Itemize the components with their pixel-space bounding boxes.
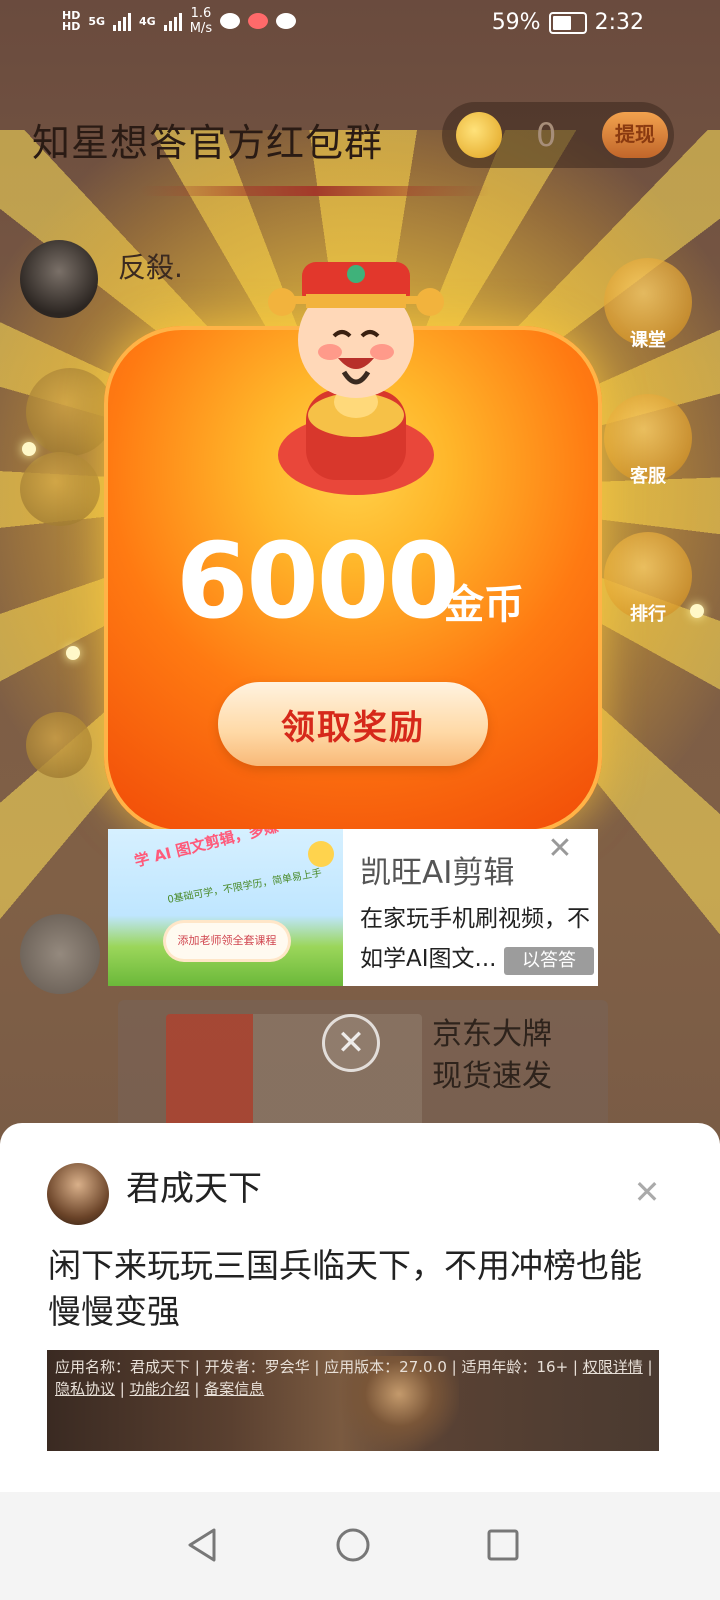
banner-ad-tag: 以答答 [504, 947, 594, 975]
clock: 2:32 [594, 10, 644, 35]
withdraw-button[interactable]: 提现 [602, 112, 668, 158]
banner-ad-image: 学 AI 图文剪辑，多赚一份收入 0基础可学，不限学历，简单易上手 添加老师领全… [108, 829, 343, 986]
sparkle [22, 442, 36, 456]
home-button[interactable] [318, 1510, 388, 1580]
app-avatar [47, 1163, 109, 1225]
banner-ad[interactable]: 学 AI 图文剪辑，多赚一份收入 0基础可学，不限学历，简单易上手 添加老师领全… [108, 829, 598, 986]
app-info: 应用名称：君成天下 | 开发者：罗会华 | 应用版本：27.0.0 | 适用年龄… [55, 1358, 653, 1398]
red-packet-icon[interactable] [26, 368, 114, 456]
wechat-icon [276, 13, 297, 29]
status-left: HD HD 5G 4G 1.6 M/s [62, 6, 297, 36]
recents-square-icon [487, 1529, 519, 1561]
status-bar: HD HD 5G 4G 1.6 M/s 59% 2:32 [0, 0, 720, 48]
customer-service-label: 客服 [630, 466, 666, 487]
permissions-link[interactable]: 权限详情 [583, 1358, 643, 1376]
chat-avatar[interactable] [20, 240, 98, 318]
sun-icon [308, 841, 334, 867]
ranking-label: 排行 [630, 604, 666, 625]
app-notification-icon [248, 13, 269, 29]
filing-link[interactable]: 备案信息 [204, 1380, 264, 1398]
close-icon[interactable]: ✕ [630, 1175, 664, 1209]
claim-reward-button[interactable]: 领取奖励 [218, 682, 488, 766]
app-info-text: 应用名称：君成天下 | 开发者：罗会华 | 应用版本：27.0.0 | 适用年龄… [55, 1358, 583, 1376]
title-decoration [140, 186, 490, 196]
background-ad-line1: 京东大牌 [432, 1017, 552, 1052]
chat-sender-name: 反殺. [118, 251, 183, 284]
battery-percent: 59% [491, 10, 541, 35]
battery-fill [552, 15, 571, 30]
sparkle [66, 646, 80, 660]
banner-image-button: 添加老师领全套课程 [166, 923, 288, 959]
banner-ad-title: 凯旺AI剪辑 [360, 855, 515, 891]
home-circle-icon [336, 1528, 370, 1562]
sender-avatar[interactable] [20, 914, 100, 994]
signal-5g-icon [113, 11, 132, 31]
banner-image-subtitle: 0基础可学，不限学历，简单易上手 [166, 867, 323, 906]
navigation-bar [0, 1492, 720, 1600]
coin-count: 0 [536, 116, 557, 154]
features-link[interactable]: 功能介绍 [130, 1380, 190, 1398]
god-of-wealth-illustration [268, 262, 444, 495]
network-speed: 1.6 M/s [189, 6, 213, 36]
modal-close-button[interactable]: ✕ [322, 1014, 380, 1072]
net-4g-label: 4G [139, 14, 156, 28]
coin-icon [456, 112, 502, 158]
reward-badge-icon[interactable] [26, 712, 92, 778]
privacy-link[interactable]: 隐私协议 [55, 1380, 115, 1398]
app-name: 君成天下 [126, 1169, 262, 1209]
classroom-label: 课堂 [630, 330, 666, 351]
status-right: 59% 2:32 [492, 10, 644, 35]
reward-amount: 6000 [176, 520, 459, 642]
background-ad-text: 京东大牌 现货速发 [432, 1014, 552, 1098]
page-title: 知星想答官方红包群 [32, 121, 384, 165]
net-5g-label: 5G [88, 14, 106, 28]
bottom-sheet-ad[interactable]: 君成天下 ✕ 闲下来玩玩三国兵临天下，不用冲榜也能慢慢变强 应用名称：君成天下 … [0, 1123, 720, 1492]
sparkle [690, 604, 704, 618]
background-ad-line2: 现货速发 [432, 1059, 552, 1094]
ad-image[interactable]: 应用名称：君成天下 | 开发者：罗会华 | 应用版本：27.0.0 | 适用年龄… [47, 1350, 659, 1451]
reward-unit: 金币 [444, 582, 524, 628]
signal-4g-icon [163, 11, 182, 31]
close-icon[interactable]: ✕ [544, 833, 576, 865]
sign-in-icon[interactable] [20, 452, 100, 526]
hd-badge: HD HD [62, 9, 81, 33]
battery-icon [548, 11, 587, 34]
back-button[interactable] [168, 1510, 238, 1580]
back-triangle-icon [188, 1528, 216, 1562]
wechat-icon [220, 13, 241, 29]
background-ad-image [166, 1014, 422, 1134]
ad-message: 闲下来玩玩三国兵临天下，不用冲榜也能慢慢变强 [48, 1246, 642, 1331]
coin-balance-pill: 0 提现 [442, 102, 674, 168]
recents-button[interactable] [468, 1510, 538, 1580]
